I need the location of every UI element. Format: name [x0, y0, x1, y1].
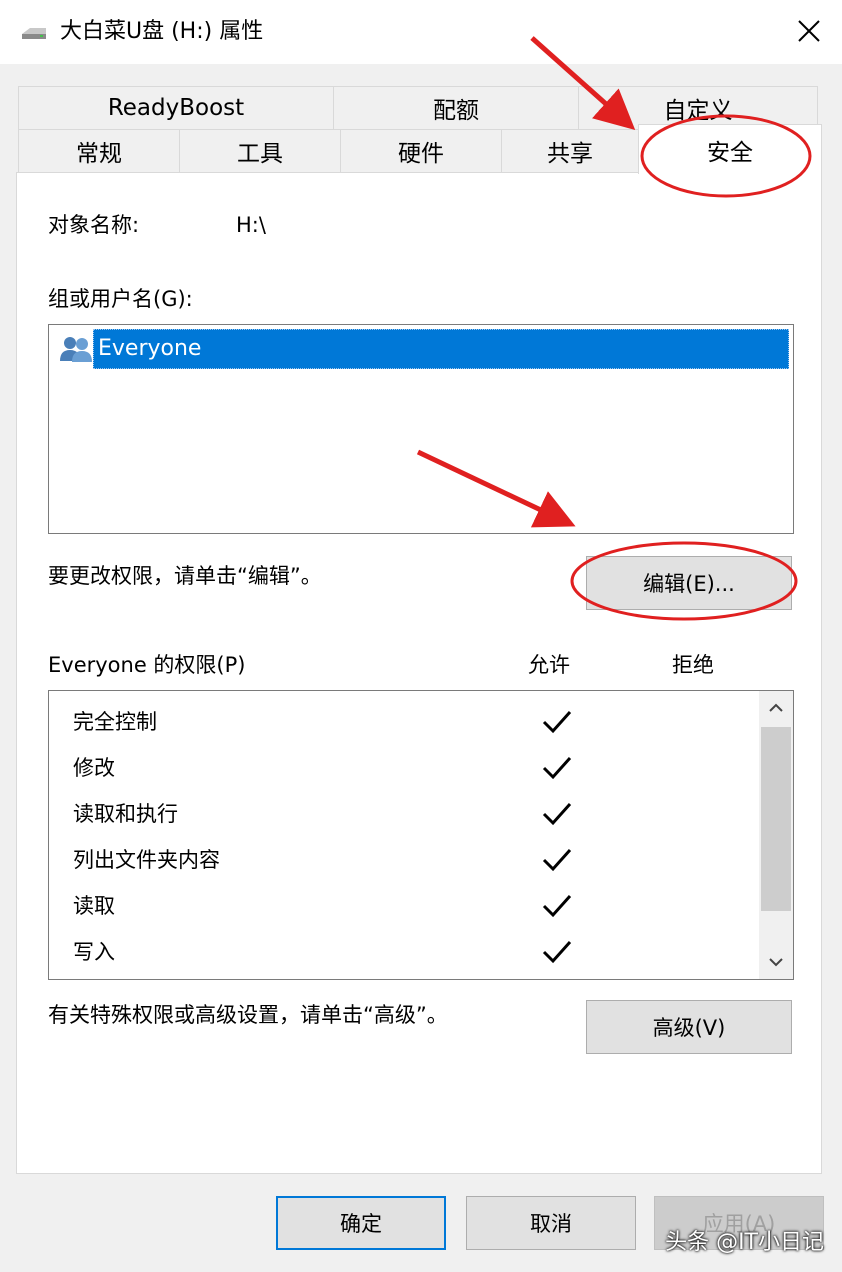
permission-row: 读取和执行 [49, 791, 759, 837]
check-icon [542, 940, 572, 964]
advanced-button[interactable]: 高级(V) [586, 1000, 792, 1054]
tab-security[interactable]: 安全 [638, 124, 822, 174]
user-name: Everyone [98, 336, 202, 361]
permission-name: 读取 [73, 894, 115, 918]
ok-button[interactable]: 确定 [276, 1196, 446, 1250]
check-icon [542, 802, 572, 826]
permissions-list[interactable]: 完全控制 修改 读取和执行 列出文件夹内容 读取 写入 [48, 690, 794, 980]
group-or-user-label: 组或用户名(G): [48, 287, 193, 311]
permission-row: 读取 [49, 883, 759, 929]
tab-sharing[interactable]: 共享 [501, 129, 639, 173]
check-icon [542, 848, 572, 872]
change-permissions-hint: 要更改权限，请单击“编辑”。 [48, 564, 322, 588]
deny-header: 拒绝 [672, 653, 714, 677]
title-bar: 大白菜U盘 (H:) 属性 [0, 0, 842, 64]
drive-icon [22, 28, 46, 39]
permission-row: 完全控制 [49, 699, 759, 745]
close-button[interactable] [782, 6, 836, 56]
edit-button[interactable]: 编辑(E)... [586, 556, 792, 610]
chevron-up-icon [769, 703, 783, 712]
permission-name: 完全控制 [73, 710, 157, 734]
check-icon [542, 710, 572, 734]
object-name-label: 对象名称: [48, 213, 140, 237]
users-list[interactable]: Everyone [48, 324, 794, 534]
tab-readyboost[interactable]: ReadyBoost [18, 86, 334, 130]
permissions-scrollbar[interactable] [759, 691, 793, 979]
tab-tools[interactable]: 工具 [179, 129, 341, 173]
tab-quota[interactable]: 配额 [333, 86, 579, 130]
permissions-title: Everyone 的权限(P) [48, 653, 246, 677]
permission-name: 修改 [73, 756, 115, 780]
permission-row: 写入 [49, 929, 759, 975]
object-name-value: H:\ [236, 213, 266, 237]
allow-header: 允许 [528, 653, 570, 677]
permission-name: 列出文件夹内容 [73, 848, 220, 872]
advanced-hint: 有关特殊权限或高级设置，请单击“高级”。 [48, 1003, 448, 1027]
close-icon [798, 20, 820, 42]
scroll-up-button[interactable] [759, 691, 793, 725]
check-icon [542, 894, 572, 918]
window-title: 大白菜U盘 (H:) 属性 [60, 19, 264, 44]
list-item-everyone[interactable]: Everyone [93, 329, 789, 369]
permission-name: 写入 [73, 940, 115, 964]
watermark: 头条 @IT小日记 [665, 1230, 824, 1255]
cancel-button[interactable]: 取消 [466, 1196, 636, 1250]
scroll-thumb[interactable] [761, 727, 791, 911]
users-group-icon [60, 337, 92, 362]
chevron-down-icon [769, 958, 783, 967]
tab-hardware[interactable]: 硬件 [340, 129, 502, 173]
permission-row: 列出文件夹内容 [49, 837, 759, 883]
permission-name: 读取和执行 [73, 802, 178, 826]
scroll-down-button[interactable] [759, 945, 793, 979]
tab-general[interactable]: 常规 [18, 129, 180, 173]
check-icon [542, 756, 572, 780]
permission-row: 修改 [49, 745, 759, 791]
